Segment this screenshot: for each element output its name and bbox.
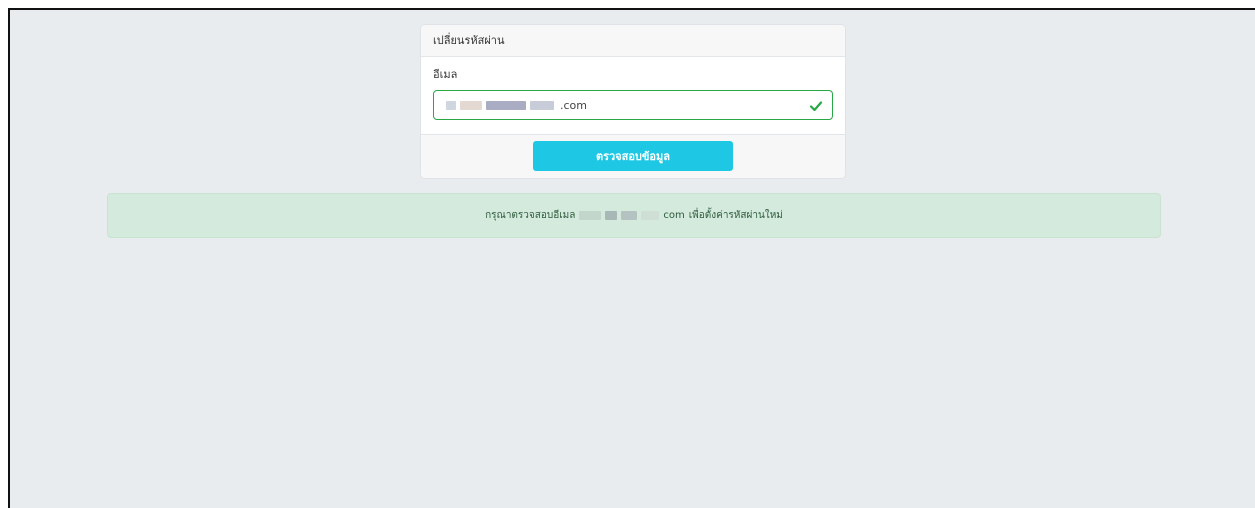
- page-background: เปลี่ยนรหัสผ่าน อีเมล .com ตรวจสอบข้อมูล…: [8, 8, 1255, 508]
- redacted-text: [621, 211, 638, 220]
- success-alert: กรุณาตรวจสอบอีเมล com เพื่อตั้งค่ารหัสผ่…: [107, 193, 1161, 238]
- alert-prefix: กรุณาตรวจสอบอีเมล: [485, 210, 576, 221]
- redacted-text: [460, 100, 482, 110]
- redacted-text: [579, 211, 602, 220]
- email-label: อีเมล: [433, 68, 458, 81]
- verify-button[interactable]: ตรวจสอบข้อมูล: [533, 141, 733, 171]
- card-body: อีเมล .com: [421, 57, 845, 120]
- check-icon: [809, 98, 823, 112]
- email-field[interactable]: .com: [433, 90, 833, 120]
- card-footer: ตรวจสอบข้อมูล: [421, 134, 845, 178]
- alert-email-suffix: com: [663, 210, 685, 221]
- redacted-text: [641, 211, 660, 220]
- card-title: เปลี่ยนรหัสผ่าน: [421, 25, 845, 57]
- redacted-text: [486, 100, 526, 110]
- redacted-text: [446, 100, 456, 110]
- change-password-card: เปลี่ยนรหัสผ่าน อีเมล .com ตรวจสอบข้อมูล: [420, 24, 846, 179]
- redacted-text: [605, 211, 618, 220]
- redacted-text: [530, 100, 554, 110]
- redacted-email: [579, 211, 660, 220]
- email-value: .com: [446, 91, 587, 119]
- alert-suffix: เพื่อตั้งค่ารหัสผ่านใหม่: [688, 210, 783, 221]
- email-domain-suffix: .com: [560, 98, 587, 112]
